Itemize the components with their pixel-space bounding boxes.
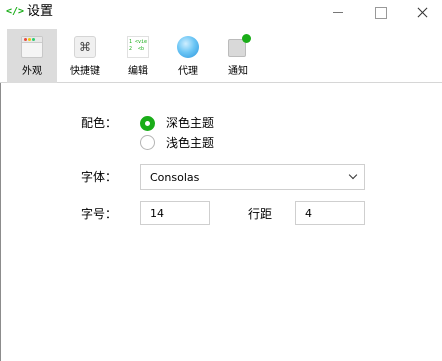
font-size-label: 字号： (81, 207, 118, 221)
app-logo-icon: </> (6, 6, 25, 17)
tab-shortcuts[interactable]: ⌘ 快捷键 (60, 29, 110, 83)
maximize-button[interactable] (359, 0, 401, 26)
line-spacing-label: 行距 (248, 207, 273, 221)
font-select[interactable]: Consolas (140, 164, 365, 190)
dark-theme-label[interactable]: 深色主题 (166, 116, 214, 130)
settings-toolbar: 外观 ⌘ 快捷键 1 <vie 2 <b 编辑 代理 通知 (0, 29, 442, 83)
notification-icon (228, 34, 251, 57)
tab-appearance-label: 外观 (22, 66, 42, 77)
close-button[interactable] (401, 0, 442, 26)
light-theme-radio[interactable] (140, 135, 155, 150)
tab-notifications[interactable]: 通知 (213, 29, 263, 83)
tab-appearance[interactable]: 外观 (7, 29, 57, 83)
font-size-input[interactable]: 14 (140, 201, 210, 225)
window-title: 设置 (27, 4, 54, 19)
dark-theme-radio[interactable] (140, 116, 155, 131)
tab-notifications-label: 通知 (228, 66, 248, 77)
line-spacing-input[interactable]: 4 (295, 201, 365, 225)
chevron-down-icon (349, 172, 358, 181)
font-label: 字体： (81, 170, 118, 184)
editor-icon: 1 <vie 2 <b (127, 36, 149, 58)
minimize-button[interactable] (317, 0, 359, 26)
tab-editor-label: 编辑 (128, 66, 148, 77)
tab-proxy[interactable]: 代理 (163, 29, 213, 83)
tab-proxy-label: 代理 (178, 66, 198, 77)
shortcut-icon: ⌘ (74, 36, 96, 58)
font-select-value: Consolas (150, 171, 200, 184)
light-theme-label[interactable]: 浅色主题 (166, 136, 214, 150)
tab-shortcuts-label: 快捷键 (70, 66, 100, 77)
tab-editor[interactable]: 1 <vie 2 <b 编辑 (113, 29, 163, 83)
title-bar: </> 设置 (0, 0, 442, 26)
color-scheme-label: 配色： (81, 116, 118, 130)
proxy-icon (177, 36, 199, 58)
window-left-border (0, 83, 1, 361)
editor-icon-line-1: 1 <vie (129, 39, 148, 45)
editor-icon-line-2: 2 <b (129, 46, 145, 52)
appearance-icon (21, 36, 43, 58)
